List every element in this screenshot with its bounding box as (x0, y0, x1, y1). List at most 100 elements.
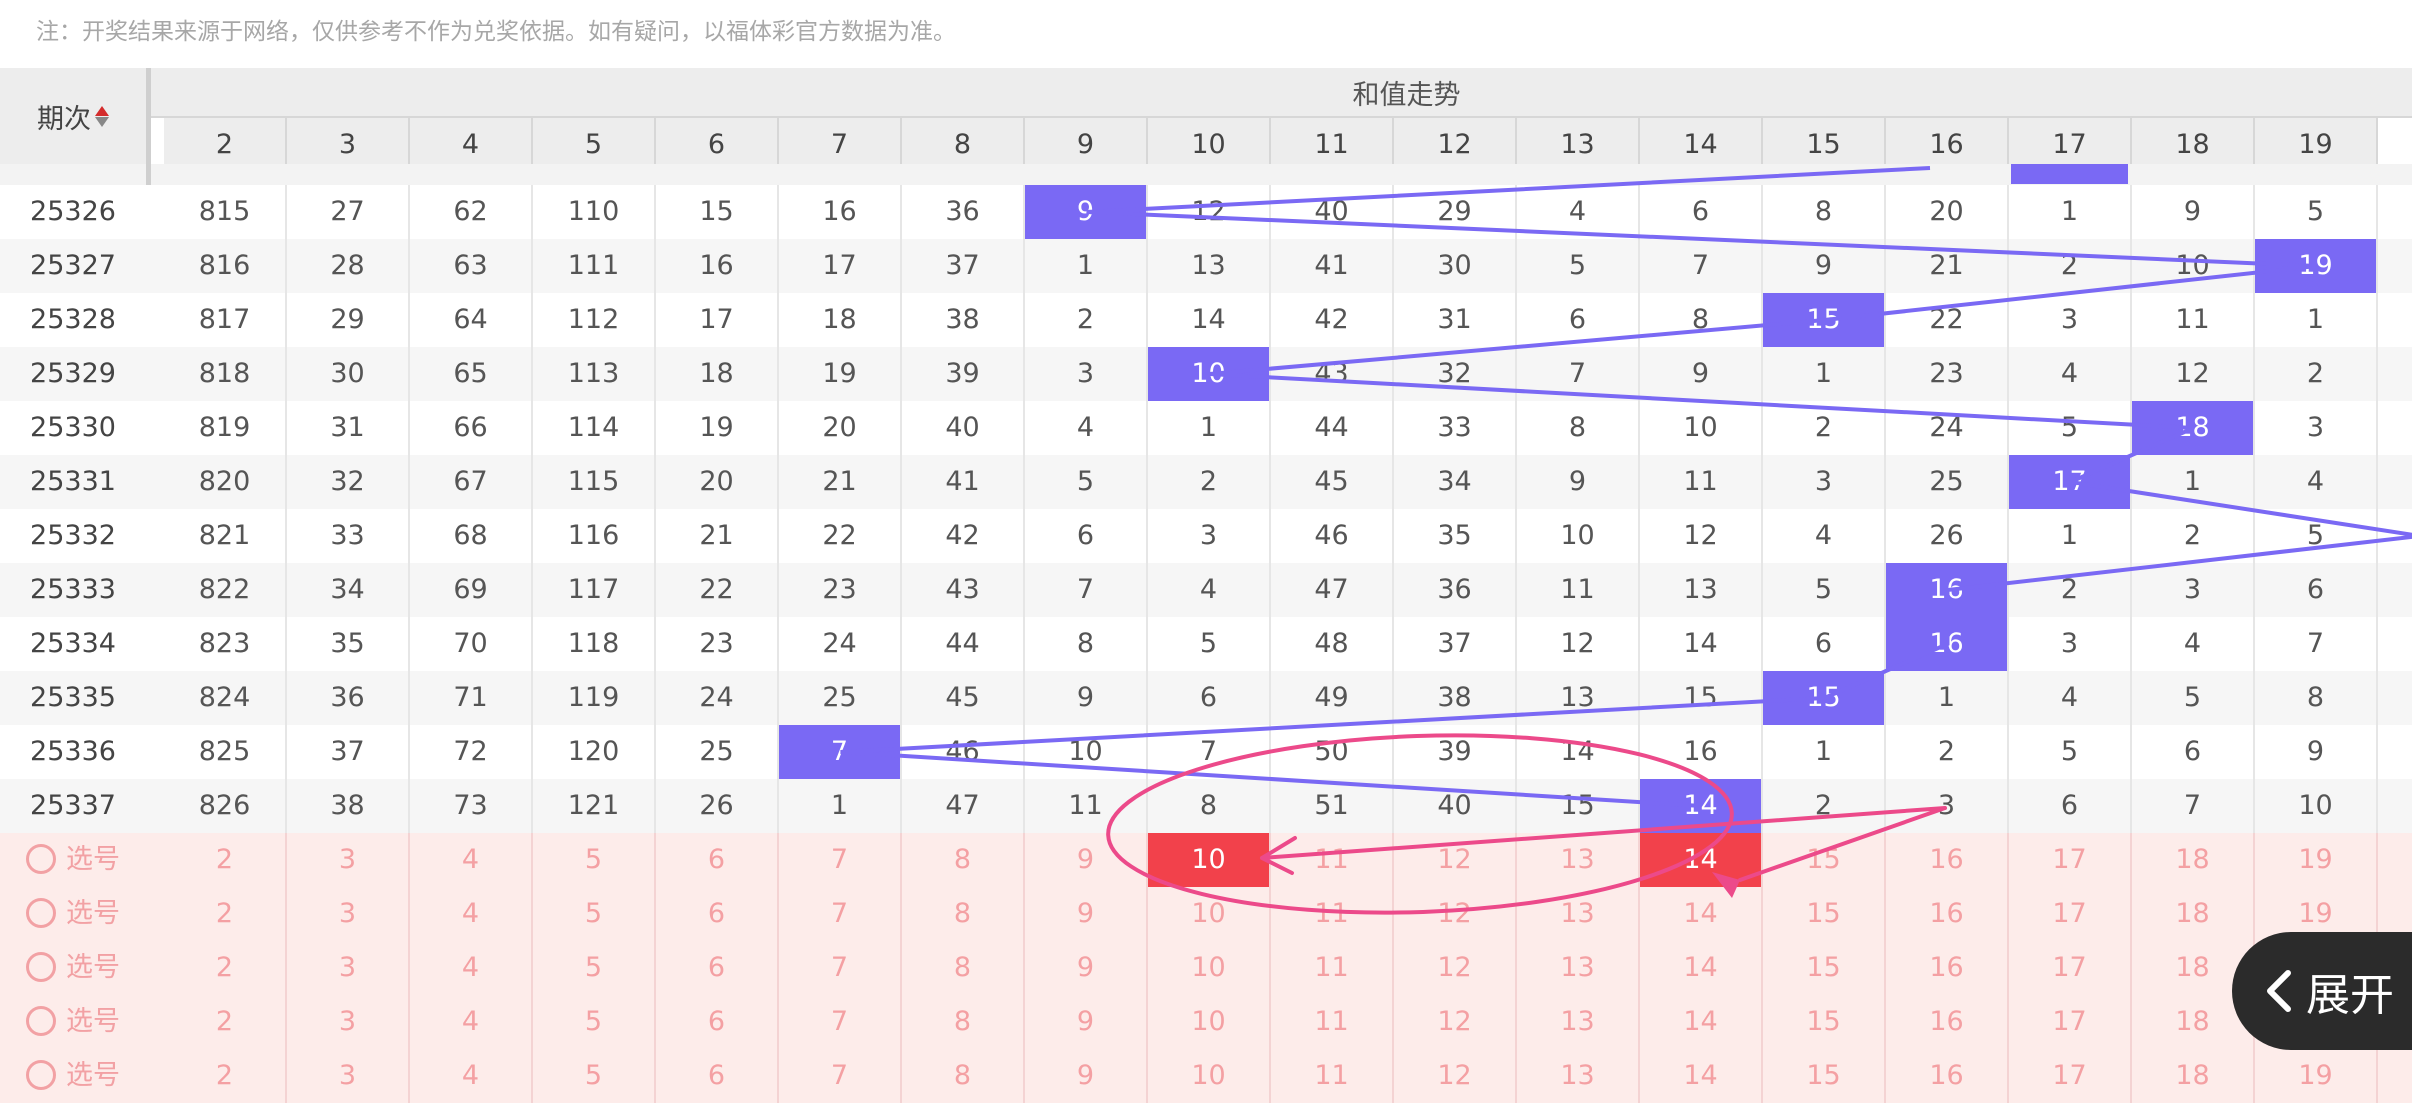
select-number-cell[interactable]: 10 (1148, 941, 1271, 995)
select-number-cell[interactable]: 2 (164, 995, 287, 1049)
select-number-cell[interactable]: 14 (1640, 887, 1763, 941)
select-number-cell[interactable]: 11 (1271, 1049, 1394, 1103)
select-number-cell[interactable]: 13 (1517, 995, 1640, 1049)
select-number-cell[interactable]: 17 (2009, 995, 2132, 1049)
trend-cell: 9 (1025, 671, 1148, 725)
trend-cell: 25 (1886, 455, 2009, 509)
select-toggle[interactable]: 选号 (0, 887, 146, 941)
select-number-cell[interactable]: 10 (1148, 887, 1271, 941)
select-number-cell[interactable]: 6 (656, 1049, 779, 1103)
select-number-cell[interactable]: 4 (410, 995, 533, 1049)
select-number-cell[interactable]: 6 (656, 941, 779, 995)
selected-number-cell[interactable]: 10 (1148, 833, 1271, 887)
select-number-cell[interactable]: 8 (902, 1049, 1025, 1103)
select-row: 选号2345678910111213141516171819 (0, 941, 2412, 995)
select-number-cell[interactable]: 14 (1640, 941, 1763, 995)
select-number-cell[interactable]: 5 (533, 1049, 656, 1103)
select-number-cell[interactable]: 3 (287, 833, 410, 887)
select-number-cell[interactable]: 2 (164, 833, 287, 887)
expand-button[interactable]: 展开 (2232, 932, 2412, 1050)
select-number-cell[interactable]: 14 (1640, 995, 1763, 1049)
select-number-cell[interactable]: 18 (2132, 833, 2255, 887)
select-number-cell[interactable]: 8 (902, 887, 1025, 941)
select-number-cell[interactable]: 7 (779, 941, 902, 995)
select-number-cell[interactable]: 11 (1271, 887, 1394, 941)
select-number-cell[interactable]: 4 (410, 887, 533, 941)
select-number-cell[interactable]: 6 (656, 887, 779, 941)
select-number-cell[interactable]: 12 (1394, 887, 1517, 941)
select-number-cell[interactable]: 8 (902, 833, 1025, 887)
select-number-cell[interactable]: 7 (779, 995, 902, 1049)
select-number-cell[interactable]: 9 (1025, 887, 1148, 941)
select-number-cell[interactable]: 19 (2255, 1049, 2378, 1103)
select-number-cell[interactable]: 17 (2009, 941, 2132, 995)
select-number-cell[interactable]: 17 (2009, 1049, 2132, 1103)
select-number-cell[interactable]: 12 (1394, 941, 1517, 995)
select-number-cell[interactable]: 2 (164, 887, 287, 941)
select-number-cell[interactable]: 11 (1271, 833, 1394, 887)
select-number-cell[interactable]: 17 (2009, 887, 2132, 941)
select-number-cell[interactable]: 15 (1763, 833, 1886, 887)
select-number-cell[interactable]: 13 (1517, 941, 1640, 995)
select-number-cell[interactable]: 11 (1271, 941, 1394, 995)
trend-cell: 36 (287, 671, 410, 725)
trend-cell: 3 (1886, 779, 2009, 833)
select-number-cell[interactable]: 4 (410, 941, 533, 995)
select-number-cell[interactable]: 4 (410, 833, 533, 887)
select-number-cell[interactable]: 6 (656, 995, 779, 1049)
select-number-cell[interactable]: 9 (1025, 941, 1148, 995)
select-number-cell[interactable]: 5 (533, 887, 656, 941)
select-number-cell[interactable]: 15 (1763, 1049, 1886, 1103)
select-number-cell[interactable]: 9 (1025, 995, 1148, 1049)
select-number-cell[interactable]: 7 (779, 833, 902, 887)
select-number-cell[interactable]: 9 (1025, 833, 1148, 887)
select-toggle[interactable]: 选号 (0, 941, 146, 995)
select-number-cell[interactable]: 16 (1886, 941, 2009, 995)
trend-cell: 818 (164, 347, 287, 401)
select-number-cell[interactable]: 2 (164, 941, 287, 995)
select-number-cell[interactable]: 13 (1517, 887, 1640, 941)
select-number-cell[interactable]: 9 (1025, 1049, 1148, 1103)
trend-cell: 2 (1763, 779, 1886, 833)
scrolled-row-fragment (0, 164, 2412, 185)
select-number-cell[interactable]: 7 (779, 1049, 902, 1103)
select-number-cell[interactable]: 18 (2132, 887, 2255, 941)
select-number-cell[interactable]: 15 (1763, 941, 1886, 995)
select-number-cell[interactable]: 16 (1886, 1049, 2009, 1103)
select-number-cell[interactable]: 4 (410, 1049, 533, 1103)
select-number-cell[interactable]: 12 (1394, 1049, 1517, 1103)
select-number-cell[interactable]: 18 (2132, 1049, 2255, 1103)
select-number-cell[interactable]: 10 (1148, 995, 1271, 1049)
select-number-cell[interactable]: 12 (1394, 995, 1517, 1049)
trend-cell: 30 (1394, 239, 1517, 293)
select-number-cell[interactable]: 16 (1886, 887, 2009, 941)
select-number-cell[interactable]: 13 (1517, 833, 1640, 887)
select-number-cell[interactable]: 15 (1763, 887, 1886, 941)
selected-number-cell[interactable]: 14 (1640, 833, 1763, 887)
select-toggle[interactable]: 选号 (0, 1049, 146, 1103)
select-toggle[interactable]: 选号 (0, 833, 146, 887)
select-toggle[interactable]: 选号 (0, 995, 146, 1049)
select-number-cell[interactable]: 5 (533, 833, 656, 887)
select-number-cell[interactable]: 8 (902, 995, 1025, 1049)
select-number-cell[interactable]: 12 (1394, 833, 1517, 887)
select-number-cell[interactable]: 19 (2255, 833, 2378, 887)
select-number-cell[interactable]: 13 (1517, 1049, 1640, 1103)
select-number-cell[interactable]: 3 (287, 1049, 410, 1103)
select-number-cell[interactable]: 7 (779, 887, 902, 941)
select-number-cell[interactable]: 8 (902, 941, 1025, 995)
select-number-cell[interactable]: 2 (164, 1049, 287, 1103)
select-number-cell[interactable]: 5 (533, 995, 656, 1049)
select-number-cell[interactable]: 15 (1763, 995, 1886, 1049)
select-number-cell[interactable]: 14 (1640, 1049, 1763, 1103)
select-number-cell[interactable]: 10 (1148, 1049, 1271, 1103)
select-number-cell[interactable]: 17 (2009, 833, 2132, 887)
select-number-cell[interactable]: 6 (656, 833, 779, 887)
select-number-cell[interactable]: 11 (1271, 995, 1394, 1049)
select-number-cell[interactable]: 5 (533, 941, 656, 995)
select-number-cell[interactable]: 16 (1886, 995, 2009, 1049)
select-number-cell[interactable]: 3 (287, 995, 410, 1049)
select-number-cell[interactable]: 3 (287, 941, 410, 995)
select-number-cell[interactable]: 16 (1886, 833, 2009, 887)
select-number-cell[interactable]: 3 (287, 887, 410, 941)
